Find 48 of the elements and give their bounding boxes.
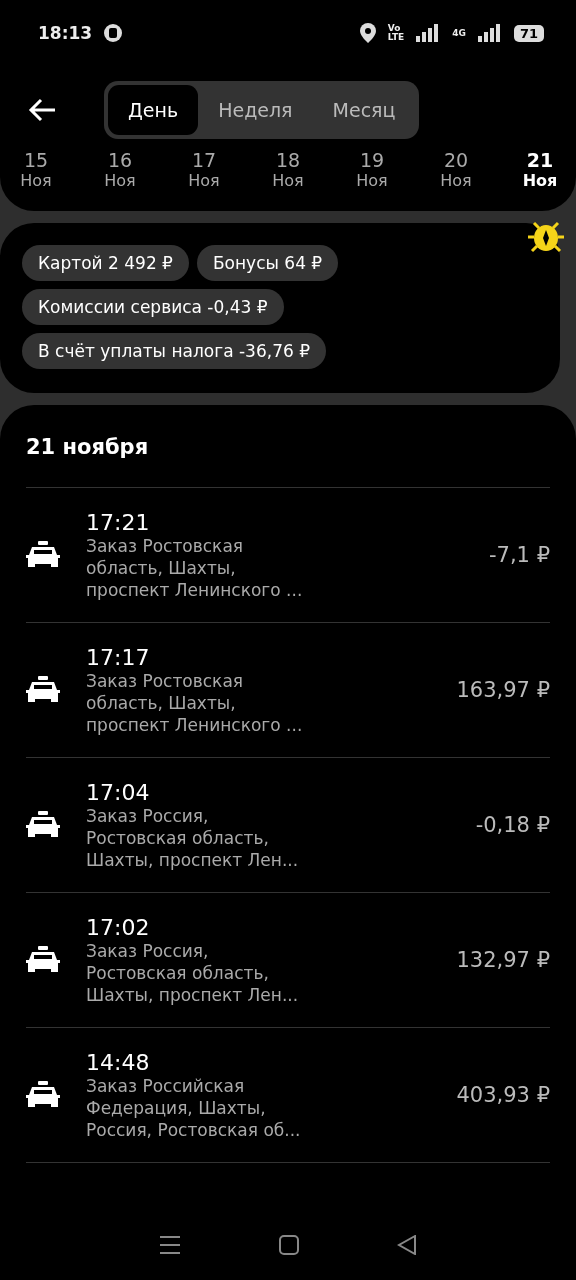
order-address: Заказ Ростовская область, Шахты, проспект Ленинского ... (86, 669, 304, 736)
order-amount: 163,97 ₽ (456, 678, 550, 702)
volte-label: Vo (387, 24, 402, 33)
volte-label: LTE (387, 33, 405, 42)
date-item[interactable]: 15 Ноя (14, 148, 58, 191)
order-time: 17:17 (86, 644, 151, 670)
beta-badge-icon (104, 24, 123, 42)
taxi-car-icon (26, 1081, 60, 1109)
location-icon (359, 23, 376, 43)
back-arrow-icon (28, 98, 56, 122)
date-item[interactable]: 19 Ноя (350, 148, 394, 191)
order-address: Заказ Российская Федерация, Шахты, Россия, Ростовская об... (86, 1074, 302, 1141)
order-time: 14:48 (86, 1049, 151, 1075)
back-icon[interactable] (397, 1235, 417, 1255)
order-address: Заказ Россия, Ростовская область, Шахты, проспект Лен... (86, 804, 300, 871)
order-time: 17:02 (86, 914, 151, 940)
order-amount: 132,97 ₽ (456, 948, 550, 972)
summary-chip: Комиссии сервиса -0,43 ₽ (22, 289, 284, 325)
summary-chip: Картой 2 492 ₽ (22, 245, 189, 281)
order-amount: -7,1 ₽ (489, 543, 550, 567)
home-icon[interactable] (279, 1235, 299, 1255)
date-item[interactable]: 20 Ноя (434, 148, 478, 191)
status-time: 18:13 (38, 23, 93, 43)
period-tab[interactable]: Неделя (198, 85, 313, 135)
order-time: 17:21 (86, 509, 151, 535)
period-tab[interactable]: День (108, 85, 199, 135)
date-item[interactable]: 21 Ноя (518, 148, 562, 191)
signal-icon (416, 24, 441, 42)
date-heading: 21 ноября (26, 435, 150, 459)
order-amount: -0,18 ₽ (475, 813, 550, 837)
menu-icon[interactable] (159, 1235, 181, 1255)
taxi-car-icon (26, 811, 60, 839)
order-time: 17:04 (86, 779, 151, 805)
date-item[interactable]: 16 Ноя (98, 148, 142, 191)
signal-icon (477, 24, 502, 42)
order-address: Заказ Ростовская область, Шахты, проспект Ленинского ... (86, 534, 304, 601)
taxi-car-icon (26, 541, 60, 569)
battery-level: 71 (513, 24, 544, 42)
summary-chip: Бонусы 64 ₽ (196, 245, 339, 281)
order-address: Заказ Россия, Ростовская область, Шахты, проспект Лен... (86, 939, 300, 1006)
order-amount: 403,93 ₽ (456, 1083, 550, 1107)
date-item[interactable]: 18 Ноя (266, 148, 310, 191)
network-label: 4G (452, 28, 466, 38)
date-item[interactable]: 17 Ноя (182, 148, 226, 191)
summary-chip: В счёт уплаты налога -36,76 ₽ (22, 333, 326, 369)
period-tab[interactable]: Месяц (312, 85, 416, 135)
taxi-car-icon (26, 676, 60, 704)
taxi-car-icon (26, 946, 60, 974)
